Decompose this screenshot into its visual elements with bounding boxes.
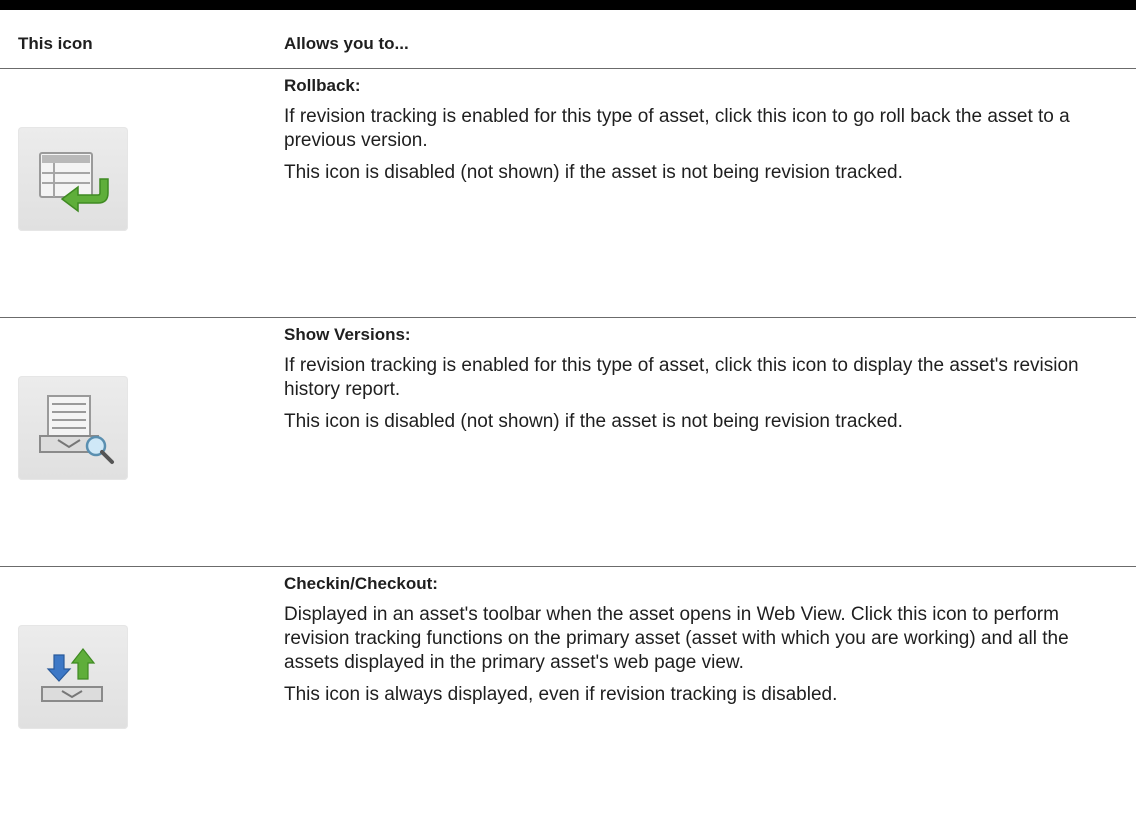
table-header: This icon Allows you to...	[0, 10, 1136, 69]
row-description: Show Versions: If revision tracking is e…	[284, 318, 1124, 434]
icon-reference-table: This icon Allows you to... Rollback: If …	[0, 0, 1136, 815]
row-paragraph: This icon is disabled (not shown) if the…	[284, 411, 903, 432]
checkin-checkout-icon	[18, 625, 128, 729]
table-row: Checkin/Checkout: Displayed in an asset'…	[0, 567, 1136, 815]
table-row: Rollback: If revision tracking is enable…	[0, 69, 1136, 318]
show-versions-icon	[18, 376, 128, 480]
column-header-description: Allows you to...	[284, 34, 409, 53]
row-paragraph: Displayed in an asset's toolbar when the…	[284, 604, 1069, 673]
row-title: Checkin/Checkout:	[284, 574, 438, 593]
row-paragraph: If revision tracking is enabled for this…	[284, 355, 1079, 400]
row-paragraph: This icon is disabled (not shown) if the…	[284, 162, 903, 183]
row-paragraph: This icon is always displayed, even if r…	[284, 684, 838, 705]
table-top-rule	[0, 0, 1136, 10]
rollback-icon	[18, 127, 128, 231]
row-description: Checkin/Checkout: Displayed in an asset'…	[284, 567, 1124, 707]
table-row: Show Versions: If revision tracking is e…	[0, 318, 1136, 567]
row-paragraph: If revision tracking is enabled for this…	[284, 106, 1070, 151]
column-header-icon: This icon	[18, 34, 93, 53]
row-title: Show Versions:	[284, 325, 411, 344]
row-description: Rollback: If revision tracking is enable…	[284, 69, 1124, 185]
row-title: Rollback:	[284, 76, 361, 95]
